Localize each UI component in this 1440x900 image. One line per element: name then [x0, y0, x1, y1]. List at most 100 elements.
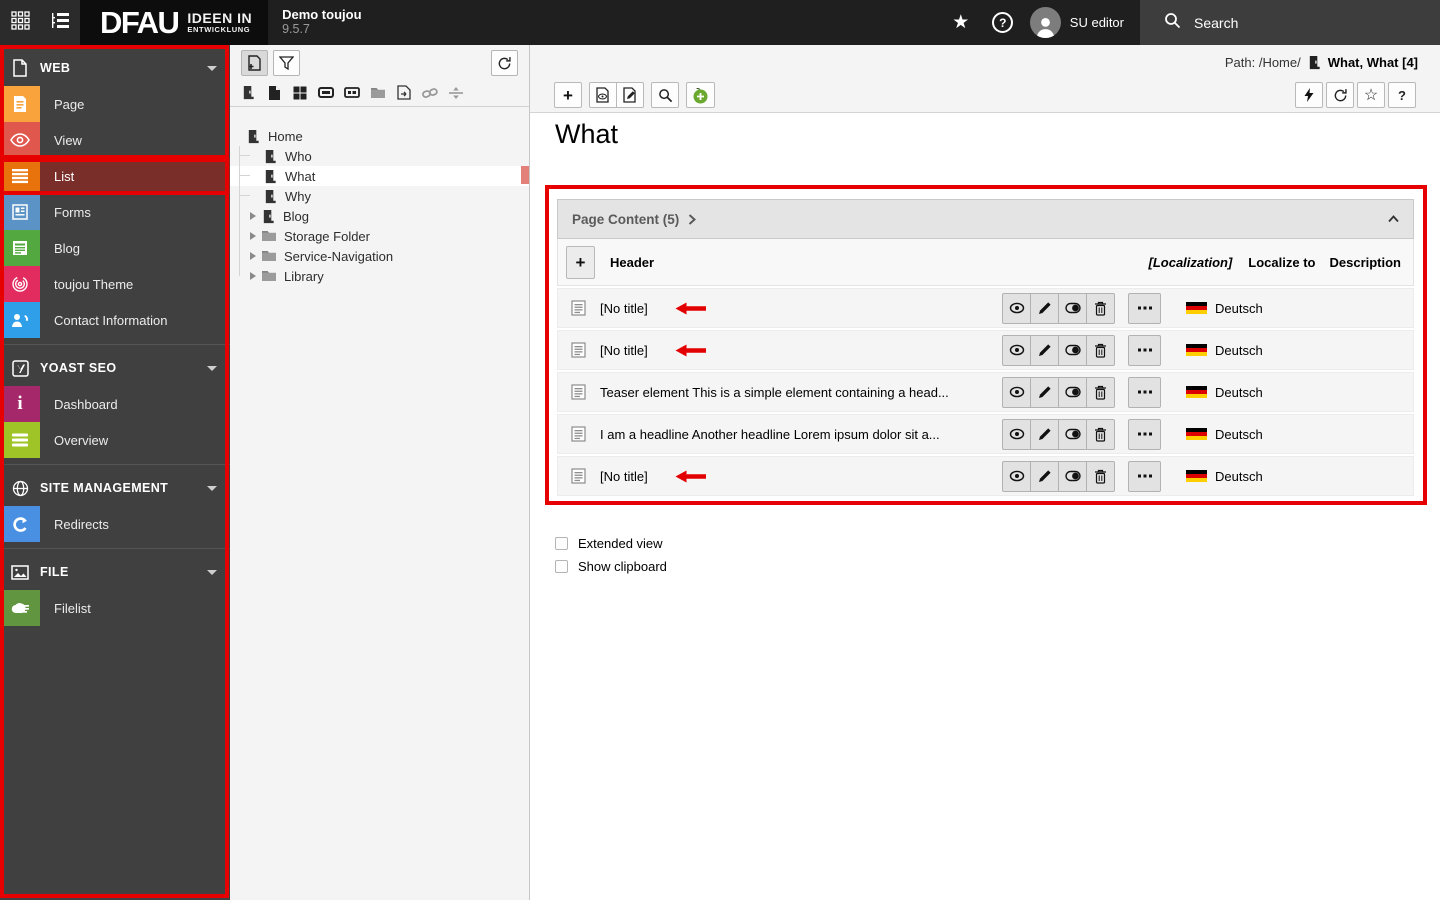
hide-toggle-button[interactable]	[1058, 376, 1087, 408]
collapse-panel-button[interactable]	[1388, 215, 1399, 223]
filter-button[interactable]	[273, 50, 300, 76]
expand-icon[interactable]	[250, 252, 256, 260]
tree-node-blog[interactable]: Blog	[230, 206, 529, 226]
topbar: DFAU IDEEN IN ENTWICKLUNG Demo toujou 9.…	[0, 0, 1440, 45]
content-title[interactable]: [No title]	[600, 301, 648, 316]
tree-node-library[interactable]: Library	[230, 266, 529, 286]
dfau-logo[interactable]: DFAU IDEEN IN ENTWICKLUNG	[80, 0, 269, 45]
expand-icon[interactable]	[250, 232, 256, 240]
tree-node-why[interactable]: Why	[230, 186, 529, 206]
view-button[interactable]	[1002, 376, 1031, 408]
section-header-yoast-seo[interactable]: YOAST SEO	[0, 350, 230, 386]
show-clipboard-checkbox[interactable]	[555, 560, 568, 573]
edit-button[interactable]	[1030, 334, 1059, 366]
drag-new-backend-section-icon[interactable]	[344, 85, 360, 101]
modulemenu-toggle-button[interactable]	[0, 0, 40, 45]
drag-new-shortcut-icon[interactable]	[292, 85, 308, 101]
sidebar-item-contact-information[interactable]: Contact Information	[0, 302, 230, 338]
more-actions-button[interactable]	[1128, 292, 1161, 324]
edit-button[interactable]	[1030, 460, 1059, 492]
tree-node-service-navigation[interactable]: Service-Navigation	[230, 246, 529, 266]
view-page-button[interactable]	[589, 82, 617, 108]
drag-new-mountpoint-icon[interactable]	[318, 85, 334, 101]
sidebar-item-overview[interactable]: Overview	[0, 422, 230, 458]
more-actions-button[interactable]	[1128, 418, 1161, 450]
bookmark-button[interactable]: ★	[940, 0, 982, 45]
more-actions-button[interactable]	[1128, 460, 1161, 492]
delete-button[interactable]	[1086, 460, 1115, 492]
drag-new-page-icon[interactable]	[240, 85, 256, 101]
content-title[interactable]: I am a headline Another headline Lorem i…	[600, 427, 940, 442]
extended-view-checkbox[interactable]	[555, 537, 568, 550]
cache-button[interactable]	[1295, 82, 1323, 108]
hide-toggle-button[interactable]	[1058, 460, 1087, 492]
tree-node-label: Who	[285, 148, 312, 164]
new-page-button[interactable]	[241, 50, 268, 76]
add-content-button[interactable]: +	[566, 245, 595, 279]
view-button[interactable]	[1002, 460, 1031, 492]
tree-refresh-button[interactable]	[491, 50, 518, 76]
hide-toggle-button[interactable]	[1058, 334, 1087, 366]
sidebar-item-view[interactable]: View	[0, 122, 230, 158]
content-title[interactable]: [No title]	[600, 469, 648, 484]
sidebar-item-page[interactable]: Page	[0, 86, 230, 122]
drag-new-recycler-icon[interactable]	[396, 85, 412, 101]
sidebar-item-blog[interactable]: Blog	[0, 230, 230, 266]
edit-button[interactable]	[1030, 418, 1059, 450]
topbar-search[interactable]: Search	[1140, 0, 1440, 45]
help-button-docheader[interactable]: ?	[1388, 82, 1416, 108]
expand-icon[interactable]	[250, 212, 256, 220]
sidebar-item-list[interactable]: List	[0, 158, 230, 194]
view-button[interactable]	[1002, 292, 1031, 324]
edit-button[interactable]	[1030, 376, 1059, 408]
content-title[interactable]: Teaser element This is a simple element …	[600, 385, 949, 400]
tree-node-storage-folder[interactable]: Storage Folder	[230, 226, 529, 246]
content-title[interactable]: [No title]	[600, 343, 648, 358]
view-button[interactable]	[1002, 334, 1031, 366]
help-button[interactable]: ?	[982, 0, 1024, 45]
sidebar-item-redirects[interactable]: Redirects	[0, 506, 230, 542]
delete-button[interactable]	[1086, 418, 1115, 450]
german-flag-icon	[1186, 343, 1207, 357]
panel-header[interactable]: Page Content (5)	[557, 199, 1414, 239]
search-records-button[interactable]	[651, 82, 679, 108]
drag-new-link-icon[interactable]	[422, 85, 438, 101]
bookmark-page-button[interactable]: ☆	[1357, 82, 1385, 108]
delete-button[interactable]	[1086, 292, 1115, 324]
tree-node-home[interactable]: Home	[230, 126, 529, 146]
drag-new-folder-icon[interactable]	[370, 85, 386, 101]
section-header-file[interactable]: FILE	[0, 554, 230, 590]
language-label: Deutsch	[1215, 384, 1263, 400]
edit-button[interactable]	[1030, 292, 1059, 324]
module-section-web: WEB Page View List Forms Blog toujou The…	[0, 45, 230, 344]
delete-button[interactable]	[1086, 376, 1115, 408]
help-icon: ?	[992, 12, 1014, 33]
sidebar-item-filelist[interactable]: Filelist	[0, 590, 230, 626]
drag-new-spacer-icon[interactable]	[448, 85, 464, 101]
more-actions-button[interactable]	[1128, 334, 1161, 366]
user-menu[interactable]: SU editor	[1024, 0, 1140, 45]
drag-new-document-icon[interactable]	[266, 85, 282, 101]
sidebar-item-toujou-theme[interactable]: toujou Theme	[0, 266, 230, 302]
section-header-site-management[interactable]: SITE MANAGEMENT	[0, 470, 230, 506]
language-label: Deutsch	[1215, 426, 1263, 442]
checkbox-label: Show clipboard	[578, 559, 667, 574]
pagetree-toggle-button[interactable]	[40, 0, 80, 45]
expand-icon[interactable]	[250, 272, 256, 280]
module-menu: WEB Page View List Forms Blog toujou The…	[0, 45, 230, 900]
section-header-web[interactable]: WEB	[0, 50, 230, 86]
tree-node-what[interactable]: What	[230, 166, 529, 186]
reload-button[interactable]	[1326, 82, 1354, 108]
more-actions-button[interactable]	[1128, 376, 1161, 408]
sidebar-item-forms[interactable]: Forms	[0, 194, 230, 230]
delete-button[interactable]	[1086, 334, 1115, 366]
tree-node-who[interactable]: Who	[230, 146, 529, 166]
new-record-button[interactable]: +	[554, 82, 582, 108]
edit-page-button[interactable]	[616, 82, 644, 108]
hide-toggle-button[interactable]	[1058, 292, 1087, 324]
sidebar-item-dashboard[interactable]: i Dashboard	[0, 386, 230, 422]
toujou-add-button[interactable]	[686, 82, 715, 108]
view-button[interactable]	[1002, 418, 1031, 450]
language-label: Deutsch	[1215, 468, 1263, 484]
hide-toggle-button[interactable]	[1058, 418, 1087, 450]
